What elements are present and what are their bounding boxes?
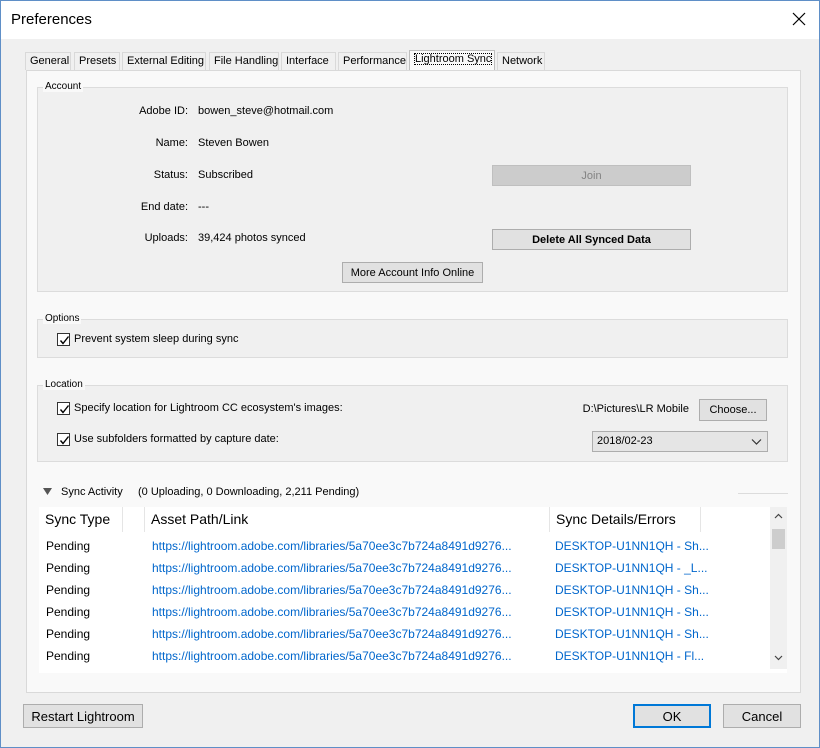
column-header-asset-path[interactable]: Asset Path/Link bbox=[145, 507, 550, 532]
uploads-label: Uploads: bbox=[144, 232, 188, 244]
tab-lightroom-sync-label: Lightroom Sync bbox=[414, 53, 493, 65]
asset-path-link[interactable]: https://lightroom.adobe.com/libraries/5a… bbox=[152, 601, 548, 623]
sync-details-link[interactable]: DESKTOP-U1NN1QH - _L... bbox=[555, 557, 720, 579]
asset-path-link[interactable]: https://lightroom.adobe.com/libraries/5a… bbox=[152, 535, 548, 557]
sync-details-link[interactable]: DESKTOP-U1NN1QH - Sh... bbox=[555, 601, 720, 623]
date-format-value: 2018/02-23 bbox=[597, 435, 653, 447]
sync-activity-divider bbox=[738, 493, 788, 494]
name-value: Steven Bowen bbox=[198, 137, 269, 149]
end-date-label: End date: bbox=[140, 201, 188, 213]
adobe-id-label: Adobe ID: bbox=[139, 105, 188, 117]
date-format-select[interactable]: 2018/02-23 bbox=[592, 431, 768, 452]
scroll-up-icon[interactable] bbox=[774, 513, 783, 519]
tab-file-handling[interactable]: File Handling bbox=[209, 52, 279, 70]
table-row[interactable]: Pending https://lightroom.adobe.com/libr… bbox=[39, 623, 769, 645]
asset-path-link[interactable]: https://lightroom.adobe.com/libraries/5a… bbox=[152, 557, 548, 579]
end-date-value: --- bbox=[198, 201, 209, 213]
asset-path-link[interactable]: https://lightroom.adobe.com/libraries/5a… bbox=[152, 645, 548, 667]
account-group-label: Account bbox=[43, 81, 84, 92]
tab-external-editing[interactable]: External Editing bbox=[122, 52, 206, 70]
column-header-sync-details[interactable]: Sync Details/Errors bbox=[550, 507, 701, 532]
sync-type-cell: Pending bbox=[46, 649, 91, 663]
table-scrollbar[interactable] bbox=[770, 507, 787, 669]
use-subfolders-checkbox[interactable] bbox=[57, 433, 70, 446]
scrollbar-thumb[interactable] bbox=[772, 529, 785, 549]
sync-activity-table: Sync Type Asset Path/Link Sync Details/E… bbox=[39, 507, 787, 673]
close-icon[interactable] bbox=[787, 7, 811, 31]
chevron-down-icon bbox=[751, 439, 762, 445]
delete-all-synced-data-button[interactable]: Delete All Synced Data bbox=[492, 229, 691, 250]
sync-activity-summary: (0 Uploading, 0 Downloading, 2,211 Pendi… bbox=[138, 486, 360, 498]
tab-presets[interactable]: Presets bbox=[74, 52, 120, 70]
table-row[interactable]: Pending https://lightroom.adobe.com/libr… bbox=[39, 579, 769, 601]
asset-path-link[interactable]: https://lightroom.adobe.com/libraries/5a… bbox=[152, 623, 548, 645]
prevent-sleep-label: Prevent system sleep during sync bbox=[74, 333, 239, 345]
ok-button[interactable]: OK bbox=[633, 704, 711, 728]
tab-general[interactable]: General bbox=[25, 52, 71, 70]
status-label: Status: bbox=[153, 169, 188, 181]
sync-activity-label: Sync Activity bbox=[61, 486, 123, 498]
sync-type-cell: Pending bbox=[46, 627, 91, 641]
more-account-info-button[interactable]: More Account Info Online bbox=[342, 262, 483, 283]
checkmark-icon bbox=[59, 405, 70, 414]
location-group-label: Location bbox=[43, 379, 85, 390]
sync-details-link[interactable]: DESKTOP-U1NN1QH - Fl... bbox=[555, 645, 720, 667]
specify-location-checkbox[interactable] bbox=[57, 402, 70, 415]
title-bar: Preferences bbox=[1, 1, 819, 39]
tab-network[interactable]: Network bbox=[497, 52, 545, 70]
location-path-value: D:\Pictures\LR Mobile bbox=[582, 403, 689, 415]
restart-lightroom-button[interactable]: Restart Lightroom bbox=[23, 704, 143, 728]
status-value: Subscribed bbox=[198, 169, 254, 181]
collapse-triangle-icon[interactable] bbox=[43, 488, 52, 496]
uploads-value: 39,424 photos synced bbox=[198, 232, 306, 244]
name-label: Name: bbox=[155, 137, 188, 149]
options-group-label: Options bbox=[43, 313, 82, 324]
table-row[interactable]: Pending https://lightroom.adobe.com/libr… bbox=[39, 535, 769, 557]
sync-details-link[interactable]: DESKTOP-U1NN1QH - Sh... bbox=[555, 535, 720, 557]
join-button[interactable]: Join bbox=[492, 165, 691, 186]
tab-interface[interactable]: Interface bbox=[281, 52, 336, 70]
sync-details-link[interactable]: DESKTOP-U1NN1QH - Sh... bbox=[555, 623, 720, 645]
choose-button[interactable]: Choose... bbox=[699, 399, 767, 421]
preferences-window: Preferences General Presets External Edi… bbox=[0, 0, 820, 748]
sync-type-cell: Pending bbox=[46, 605, 91, 619]
sync-type-cell: Pending bbox=[46, 583, 91, 597]
checkmark-icon bbox=[59, 336, 70, 345]
column-header-spacer bbox=[123, 507, 145, 532]
scroll-down-icon[interactable] bbox=[774, 655, 783, 661]
adobe-id-value: bowen_steve@hotmail.com bbox=[198, 105, 334, 117]
window-title: Preferences bbox=[11, 11, 92, 28]
cancel-button[interactable]: Cancel bbox=[723, 704, 801, 728]
sync-type-cell: Pending bbox=[46, 539, 91, 553]
sync-details-link[interactable]: DESKTOP-U1NN1QH - Sh... bbox=[555, 579, 720, 601]
prevent-sleep-checkbox[interactable] bbox=[57, 333, 70, 346]
asset-path-link[interactable]: https://lightroom.adobe.com/libraries/5a… bbox=[152, 579, 548, 601]
specify-location-label: Specify location for Lightroom CC ecosys… bbox=[74, 402, 343, 414]
table-row[interactable]: Pending https://lightroom.adobe.com/libr… bbox=[39, 557, 769, 579]
checkmark-icon bbox=[59, 436, 70, 445]
sync-type-cell: Pending bbox=[46, 561, 91, 575]
tab-performance[interactable]: Performance bbox=[338, 52, 407, 70]
tab-lightroom-sync[interactable]: Lightroom Sync bbox=[409, 50, 495, 71]
table-row[interactable]: Pending https://lightroom.adobe.com/libr… bbox=[39, 601, 769, 623]
use-subfolders-label: Use subfolders formatted by capture date… bbox=[74, 433, 279, 445]
column-header-sync-type[interactable]: Sync Type bbox=[39, 507, 123, 532]
table-row[interactable]: Pending https://lightroom.adobe.com/libr… bbox=[39, 645, 769, 667]
